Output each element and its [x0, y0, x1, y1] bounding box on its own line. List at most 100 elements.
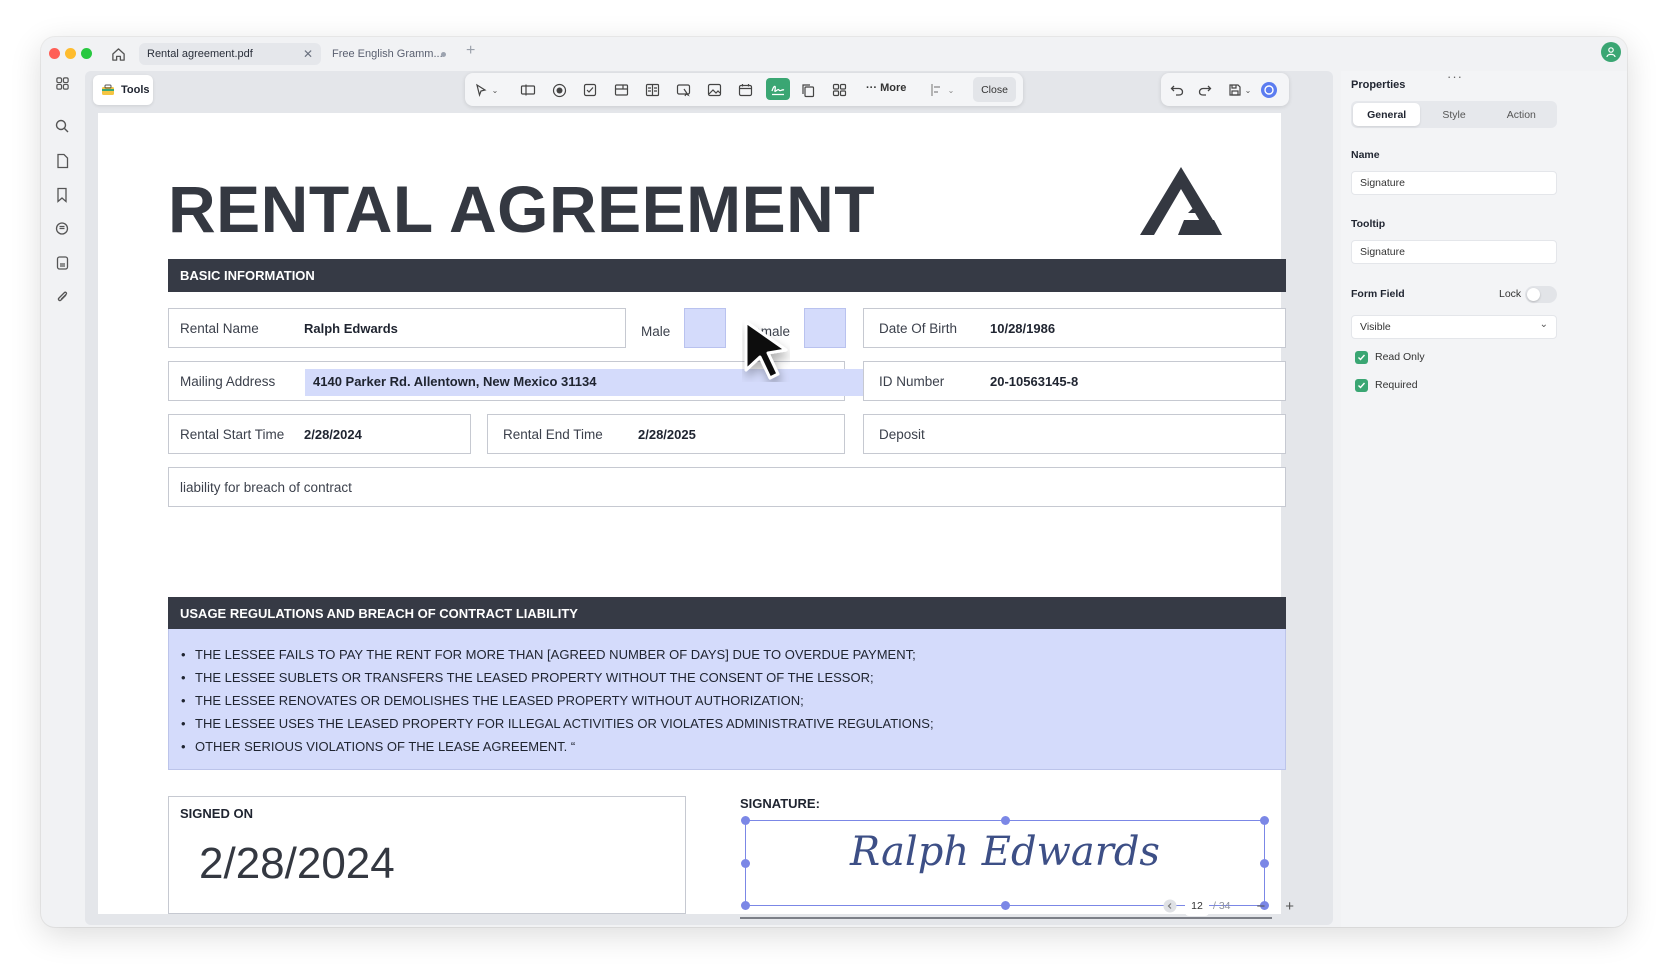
drag-handle-icon[interactable]: ··· — [1447, 69, 1463, 84]
zoom-in-icon[interactable]: + — [1285, 898, 1294, 915]
paperclip-icon[interactable] — [52, 287, 72, 307]
date-of-birth-value: 10/28/1986 — [990, 320, 1056, 336]
tab-action[interactable]: Action — [1488, 103, 1555, 126]
document-title: RENTAL AGREEMENT — [168, 172, 876, 246]
chevron-down-icon[interactable]: ⌄ — [489, 80, 501, 100]
read-only-checkbox[interactable] — [1355, 351, 1368, 364]
zoom-window-button[interactable] — [81, 48, 92, 59]
required-checkbox[interactable] — [1355, 379, 1368, 392]
mailing-address-value: 4140 Parker Rd. Allentown, New Mexico 31… — [313, 373, 597, 389]
attachment-page-icon[interactable] — [52, 253, 72, 273]
liability-field[interactable]: liability for breach of contract — [168, 467, 1286, 507]
required-label: Required — [1375, 379, 1418, 391]
button-field-icon[interactable] — [673, 80, 693, 100]
tab-general[interactable]: General — [1353, 103, 1421, 126]
title-bar: Rental agreement.pdf ✕ Free English Gram… — [41, 37, 1627, 69]
properties-title: Properties — [1351, 79, 1406, 91]
bookmark-icon[interactable] — [52, 185, 72, 205]
date-of-birth-field[interactable]: Date Of Birth 10/28/1986 — [863, 308, 1286, 348]
resize-handle[interactable] — [1001, 901, 1010, 910]
comment-icon[interactable] — [52, 219, 72, 239]
chevron-down-icon[interactable]: ⌄ — [945, 80, 957, 100]
redo-icon[interactable] — [1195, 80, 1215, 100]
history-toolbar: ⌄ — [1161, 73, 1289, 106]
tooltip-label: Tooltip — [1351, 218, 1386, 230]
copy-field-icon[interactable] — [798, 80, 818, 100]
visibility-value: Visible — [1360, 321, 1391, 333]
layout-grid-icon[interactable] — [829, 80, 849, 100]
pdf-page: RENTAL AGREEMENT BASIC INFORMATION Renta… — [98, 113, 1286, 919]
page-number-input[interactable]: 12 — [1185, 896, 1209, 916]
grid-icon[interactable] — [52, 73, 72, 93]
signature-field-icon[interactable] — [766, 78, 790, 100]
resize-handle[interactable] — [741, 816, 750, 825]
image-field-icon[interactable] — [704, 80, 724, 100]
combo-box-icon[interactable] — [611, 80, 631, 100]
deposit-field[interactable]: Deposit — [863, 414, 1286, 454]
radio-button-icon[interactable] — [549, 80, 569, 100]
liability-label: liability for breach of contract — [180, 479, 352, 495]
ai-assistant-icon[interactable] — [1259, 80, 1279, 100]
lock-toggle[interactable] — [1525, 286, 1557, 303]
tab-label: Free English Gramm... — [332, 48, 443, 60]
page-navigator: 12 / 34 − + — [1163, 894, 1311, 918]
form-toolbar: ⌄ ··· More ⌄ Close — [465, 73, 1023, 106]
close-tab-icon[interactable]: ✕ — [303, 47, 313, 61]
prev-page-icon[interactable] — [1163, 899, 1177, 913]
chevron-down-icon[interactable]: ⌄ — [1242, 80, 1254, 100]
resize-handle[interactable] — [741, 859, 750, 868]
female-checkbox[interactable] — [804, 308, 846, 348]
resize-handle[interactable] — [1260, 859, 1269, 868]
minimize-window-button[interactable] — [65, 48, 76, 59]
name-input[interactable]: Signature — [1351, 171, 1557, 195]
undo-icon[interactable] — [1167, 80, 1187, 100]
close-button[interactable]: Close — [973, 77, 1016, 102]
rental-name-label: Rental Name — [180, 320, 259, 336]
align-left-icon[interactable] — [927, 80, 947, 100]
list-box-icon[interactable] — [642, 80, 662, 100]
more-button[interactable]: ··· More — [866, 82, 906, 94]
tab-label: Rental agreement.pdf — [147, 48, 253, 60]
regulations-list: • THE LESSEE FAILS TO PAY THE RENT FOR MO… — [168, 629, 1286, 770]
zoom-out-icon[interactable]: − — [1257, 898, 1266, 915]
rental-start-time-field[interactable]: Rental Start Time 2/28/2024 — [168, 414, 471, 454]
visibility-select[interactable]: Visible ⌄ — [1351, 315, 1557, 339]
tab-style[interactable]: Style — [1420, 103, 1487, 126]
date-field-icon[interactable] — [735, 80, 755, 100]
page-total: / 34 — [1213, 900, 1231, 912]
rental-name-field[interactable]: Rental Name Ralph Edwards — [168, 308, 626, 348]
signed-on-field[interactable]: SIGNED ON 2/28/2024 — [168, 796, 686, 914]
section-usage-regulations: USAGE REGULATIONS AND BREACH OF CONTRACT… — [168, 597, 1286, 630]
checkmark-icon — [1358, 354, 1366, 361]
tools-label: Tools — [121, 84, 150, 96]
resize-handle[interactable] — [1260, 816, 1269, 825]
list-item: • THE LESSEE RENOVATES OR DEMOLISHES THE … — [181, 693, 804, 708]
checkbox-icon[interactable] — [580, 80, 600, 100]
read-only-label: Read Only — [1375, 351, 1425, 363]
rental-end-time-field[interactable]: Rental End Time 2/28/2025 — [487, 414, 845, 454]
user-avatar-icon[interactable] — [1601, 42, 1621, 62]
form-field-label: Form Field — [1351, 288, 1405, 300]
properties-panel: ··· Properties General Style Action Name… — [1341, 69, 1627, 927]
rental-end-time-value: 2/28/2025 — [638, 426, 696, 442]
search-icon[interactable] — [52, 116, 72, 136]
home-icon[interactable] — [107, 43, 129, 65]
left-sidebar — [41, 69, 83, 927]
add-tab-icon[interactable]: + — [466, 42, 475, 60]
tab-rental-agreement[interactable]: Rental agreement.pdf ✕ — [139, 43, 321, 65]
tools-button[interactable]: Tools — [93, 75, 153, 105]
id-number-value: 20-10563145-8 — [990, 373, 1079, 389]
id-number-label: ID Number — [879, 373, 945, 389]
tab-free-english-grammar[interactable]: Free English Gramm... — [324, 43, 456, 65]
text-field-icon[interactable] — [518, 80, 538, 100]
checkmark-icon — [1358, 382, 1366, 389]
resize-handle[interactable] — [741, 901, 750, 910]
resize-handle[interactable] — [1001, 816, 1010, 825]
select-cursor-icon[interactable] — [471, 80, 491, 100]
tooltip-input[interactable]: Signature — [1351, 240, 1557, 264]
page-icon[interactable] — [52, 151, 72, 171]
close-window-button[interactable] — [49, 48, 60, 59]
male-checkbox[interactable] — [684, 308, 726, 348]
list-item: • THE LESSEE USES THE LEASED PROPERTY FOR… — [181, 716, 934, 731]
id-number-field[interactable]: ID Number 20-10563145-8 — [863, 361, 1286, 401]
